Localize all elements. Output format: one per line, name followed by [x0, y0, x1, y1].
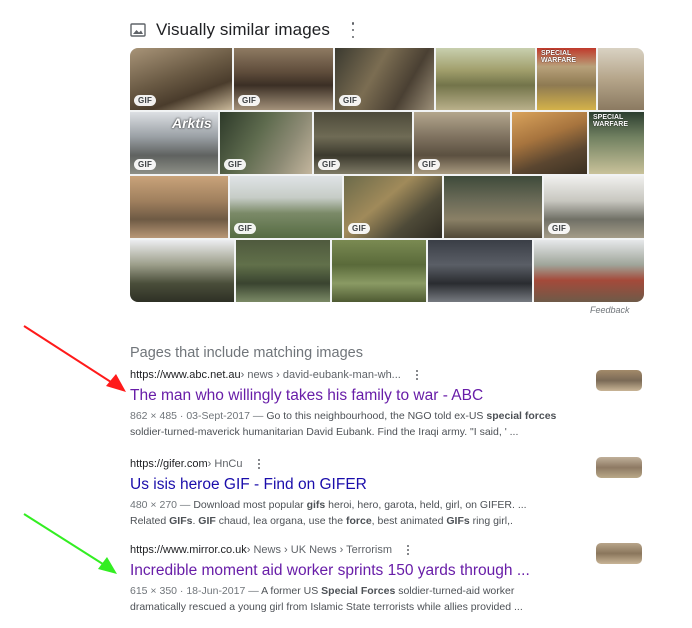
more-vert-icon[interactable]: [415, 370, 419, 380]
snippet-text: Related: [130, 515, 170, 527]
result-meta: 615 × 350 · 18-Jun-2017 —: [130, 585, 262, 597]
image-thumbnail[interactable]: [236, 240, 330, 302]
image-thumbnail[interactable]: [534, 240, 644, 302]
snippet-bold: GIF: [198, 515, 216, 527]
search-result: https://gifer.com › HnCu Us isis heroe G…: [130, 457, 590, 529]
image-thumbnail[interactable]: [130, 176, 228, 238]
image-thumbnail[interactable]: SPECIAL WARFARE: [589, 112, 644, 174]
feedback-link[interactable]: Feedback: [590, 305, 630, 315]
grid-row: GIF GIF GIF SPECIAL WARFARE: [130, 48, 644, 110]
poster-text: SPECIAL WARFARE: [593, 114, 628, 128]
result-url-path: › News › UK News › Terrorism: [246, 544, 393, 556]
gif-badge: GIF: [339, 95, 362, 106]
result-title-link[interactable]: Incredible moment aid worker sprints 150…: [130, 562, 590, 580]
gif-badge: GIF: [348, 223, 371, 234]
snippet-text: heroi, hero, garota, held, girl, on GIFE…: [325, 499, 527, 511]
result-meta: 480 × 270 —: [130, 499, 194, 511]
snippet-bold: gifs: [306, 499, 326, 511]
result-thumbnail[interactable]: [596, 457, 642, 478]
gif-badge: GIF: [548, 223, 571, 234]
snippet-text: A former US: [261, 585, 322, 597]
image-thumbnail[interactable]: [428, 240, 532, 302]
search-result: https://www.abc.net.au › news › david-eu…: [130, 368, 590, 440]
snippet-text: soldier-turned-aid worker: [395, 585, 515, 597]
gif-badge: GIF: [224, 159, 247, 170]
gif-badge: GIF: [234, 223, 257, 234]
gif-badge: GIF: [418, 159, 441, 170]
more-vert-icon[interactable]: [350, 22, 356, 38]
image-thumbnail[interactable]: GIF: [314, 112, 412, 174]
image-thumbnail[interactable]: GIF: [344, 176, 442, 238]
snippet-text: soldier-turned-maverick humanitarian Dav…: [130, 426, 519, 438]
snippet-text: chaud, lea organa, use the: [215, 515, 346, 527]
search-result: https://www.mirror.co.uk › News › UK New…: [130, 543, 590, 615]
image-thumbnail[interactable]: GIF: [130, 48, 232, 110]
result-url-domain: https://www.mirror.co.uk: [130, 544, 247, 556]
gif-badge: GIF: [134, 159, 157, 170]
snippet-text: Go to this neighbourhood, the NGO told e…: [266, 410, 487, 422]
image-thumbnail[interactable]: [130, 240, 234, 302]
result-title-link[interactable]: The man who willingly takes his family t…: [130, 387, 590, 405]
result-url-domain: https://gifer.com: [130, 458, 208, 470]
snippet-bold: force: [345, 515, 372, 527]
visually-similar-title: Visually similar images: [156, 20, 330, 39]
more-vert-icon[interactable]: [257, 459, 261, 469]
image-thumbnail[interactable]: [436, 48, 535, 110]
result-meta: 862 × 485 · 03-Sept-2017 —: [130, 410, 267, 422]
grid-row: Arktis GIF GIF GIF GIF SPECIAL WARFARE: [130, 112, 644, 174]
image-thumbnail[interactable]: [332, 240, 426, 302]
image-icon: [130, 23, 146, 37]
image-thumbnail[interactable]: GIF: [230, 176, 342, 238]
result-url[interactable]: https://gifer.com › HnCu: [130, 457, 590, 471]
similar-images-grid: GIF GIF GIF SPECIAL WARFARE Arktis GIF G…: [130, 48, 644, 302]
result-snippet: 615 × 350 · 18-Jun-2017 — A former US Sp…: [130, 583, 590, 615]
result-thumbnail[interactable]: [596, 370, 642, 391]
image-thumbnail[interactable]: GIF: [414, 112, 510, 174]
snippet-bold: special forces: [486, 410, 557, 422]
gif-badge: GIF: [318, 159, 341, 170]
snippet-bold: GIFs: [446, 515, 470, 527]
result-url-path: › news › david-eubank-man-wh...: [240, 369, 401, 381]
grid-row: [130, 240, 644, 302]
poster-text: SPECIAL WARFARE: [541, 50, 576, 64]
result-url-domain: https://www.abc.net.au: [130, 369, 241, 381]
result-url-path: › HnCu: [207, 458, 243, 470]
snippet-text: dramatically rescued a young girl from I…: [130, 601, 523, 613]
arktis-logo-text: Arktis: [172, 115, 212, 131]
snippet-bold: Special Forces: [321, 585, 396, 597]
red-arrow-annotation: [23, 325, 126, 392]
green-arrow-annotation: [23, 513, 117, 574]
snippet-bold: GIFs: [169, 515, 193, 527]
result-url[interactable]: https://www.abc.net.au › news › david-eu…: [130, 368, 590, 382]
image-thumbnail[interactable]: GIF: [220, 112, 312, 174]
snippet-text: ring girl,.: [469, 515, 513, 527]
result-url[interactable]: https://www.mirror.co.uk › News › UK New…: [130, 543, 590, 557]
grid-row: GIF GIF GIF: [130, 176, 644, 238]
image-thumbnail[interactable]: GIF: [335, 48, 434, 110]
image-thumbnail[interactable]: [512, 112, 587, 174]
gif-badge: GIF: [134, 95, 157, 106]
result-title-link[interactable]: Us isis heroe GIF - Find on GIFER: [130, 476, 590, 494]
visually-similar-header: Visually similar images: [130, 18, 330, 42]
image-thumbnail[interactable]: GIF: [234, 48, 333, 110]
result-thumbnail[interactable]: [596, 543, 642, 564]
pages-section-title: Pages that include matching images: [130, 345, 363, 361]
snippet-text: Download most popular: [193, 499, 307, 511]
image-thumbnail[interactable]: [444, 176, 542, 238]
image-thumbnail[interactable]: GIF: [544, 176, 644, 238]
image-thumbnail[interactable]: Arktis GIF: [130, 112, 218, 174]
gif-badge: GIF: [238, 95, 261, 106]
more-vert-icon[interactable]: [406, 545, 410, 555]
result-snippet: 862 × 485 · 03-Sept-2017 — Go to this ne…: [130, 408, 590, 440]
image-thumbnail[interactable]: SPECIAL WARFARE: [537, 48, 596, 110]
snippet-text: , best animated: [371, 515, 447, 527]
image-thumbnail[interactable]: [598, 48, 644, 110]
result-snippet: 480 × 270 — Download most popular gifs h…: [130, 497, 590, 529]
